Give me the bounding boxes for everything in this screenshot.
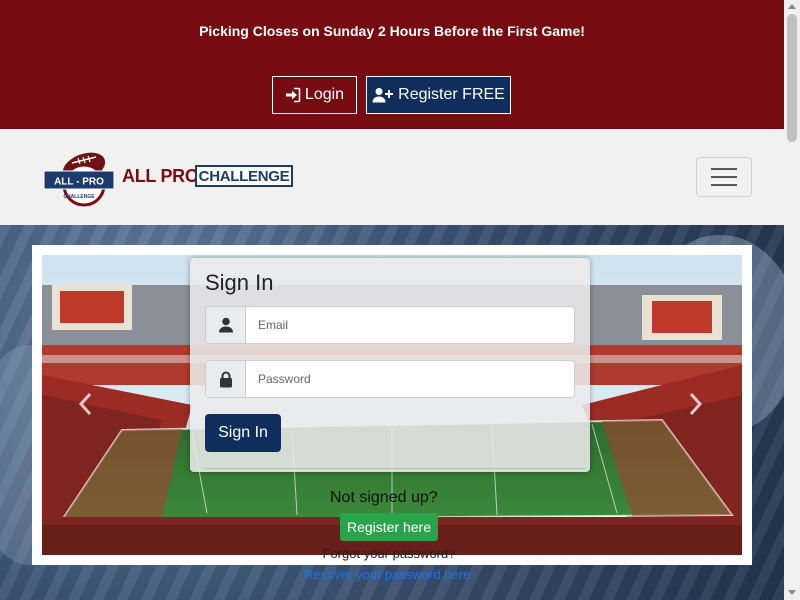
- email-field: [205, 306, 575, 344]
- page-scrollbar[interactable]: [784, 0, 800, 600]
- signin-title: Sign In: [205, 270, 274, 295]
- scroll-down-arrow-icon[interactable]: [788, 590, 796, 595]
- forgot-password-text: Forgot your password?: [322, 546, 456, 561]
- carousel-next-arrow[interactable]: [689, 392, 709, 418]
- brand-name-allpro[interactable]: ALL PRO: [122, 166, 199, 187]
- email-input[interactable]: [246, 307, 574, 343]
- login-label: Login: [304, 86, 345, 103]
- navbar: ALL - PRO CHALLENGE ALL PRO CHALLENGE: [0, 129, 784, 225]
- brand-name-challenge[interactable]: CHALLENGE: [195, 165, 293, 187]
- user-icon: [218, 317, 233, 333]
- email-addon: [206, 307, 246, 343]
- user-plus-icon: [372, 87, 394, 103]
- register-here-button[interactable]: Register here: [340, 513, 438, 541]
- lock-icon: [219, 371, 232, 387]
- hamburger-icon: [711, 168, 737, 170]
- password-field: [205, 360, 575, 398]
- logo-text-bottom: CHALLENGE: [63, 194, 95, 200]
- signin-button[interactable]: Sign In: [205, 414, 281, 452]
- register-free-button[interactable]: Register FREE: [366, 76, 511, 114]
- scroll-up-arrow-icon[interactable]: [788, 4, 796, 9]
- logo-text-top: ALL - PRO: [54, 177, 104, 188]
- password-addon: [206, 361, 246, 397]
- navbar-toggle-button[interactable]: [696, 157, 752, 197]
- sign-in-icon: [285, 87, 301, 103]
- carousel-prev-arrow[interactable]: [78, 392, 98, 418]
- scrollbar-thumb[interactable]: [787, 14, 797, 142]
- login-button[interactable]: Login: [272, 76, 357, 114]
- recover-password-link[interactable]: Recover your password here: [304, 567, 470, 582]
- pick-deadline-notice: Picking Closes on Sunday 2 Hours Before …: [199, 23, 585, 39]
- chevron-left-icon: [78, 392, 92, 416]
- hamburger-icon: [711, 184, 737, 186]
- all-pro-challenge-logo[interactable]: ALL - PRO CHALLENGE: [42, 145, 122, 209]
- not-signed-up-text: Not signed up?: [330, 489, 438, 506]
- hamburger-icon: [711, 176, 737, 178]
- password-input[interactable]: [246, 361, 574, 397]
- register-free-label: Register FREE: [398, 86, 505, 103]
- chevron-right-icon: [689, 392, 703, 416]
- card-divider: [205, 468, 585, 469]
